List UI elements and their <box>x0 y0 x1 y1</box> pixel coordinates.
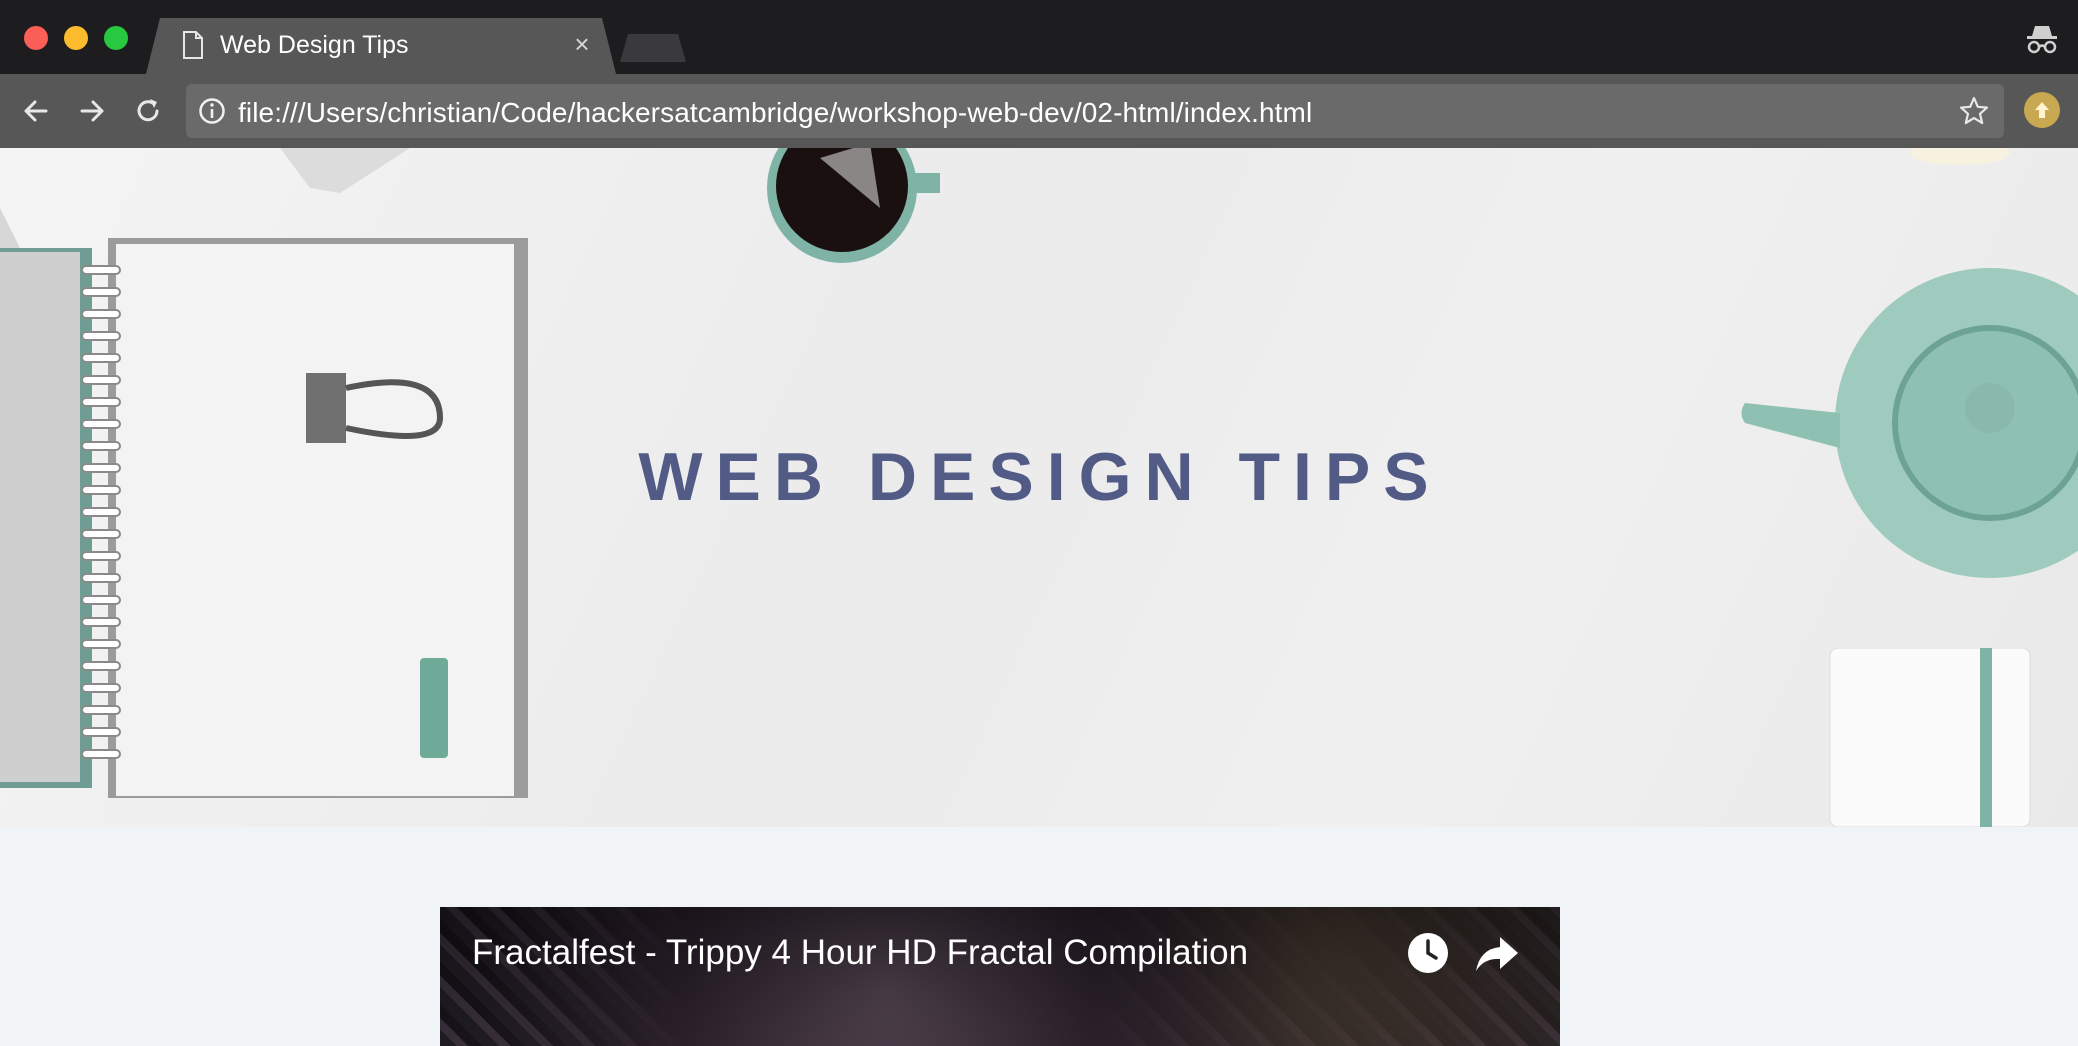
address-bar[interactable]: file:///Users/christian/Code/hackersatca… <box>186 84 2004 138</box>
reload-icon[interactable] <box>130 93 166 129</box>
hero-title: WEB DESIGN TIPS <box>638 439 1442 515</box>
hero-title-container: WEB DESIGN TIPS <box>620 438 1460 516</box>
incognito-icon <box>2027 26 2057 54</box>
close-window-button[interactable] <box>24 26 48 50</box>
watch-later-icon[interactable] <box>1406 931 1450 975</box>
close-icon[interactable]: × <box>570 31 594 57</box>
hero-banner: WEB DESIGN TIPS <box>0 148 2078 827</box>
video-title[interactable]: Fractalfest - Trippy 4 Hour HD Fractal C… <box>472 933 1248 973</box>
upload-arrow-icon <box>2035 102 2049 118</box>
star-icon[interactable] <box>1958 95 1990 127</box>
url-text[interactable]: file:///Users/christian/Code/hackersatca… <box>238 97 1312 129</box>
notebook-image <box>0 208 528 798</box>
embedded-video[interactable]: Fractalfest - Trippy 4 Hour HD Fractal C… <box>440 907 1560 1046</box>
maximize-window-button[interactable] <box>104 26 128 50</box>
info-icon[interactable] <box>198 97 226 125</box>
document-icon <box>183 31 203 59</box>
browser-tab[interactable]: Web Design Tips × <box>146 18 616 74</box>
teapot-image <box>1741 268 2078 578</box>
flower-image <box>1910 148 2010 165</box>
browser-titlebar: Web Design Tips × <box>0 0 2078 74</box>
coffee-cup-image <box>767 148 940 263</box>
minimize-window-button[interactable] <box>64 26 88 50</box>
tab-title: Web Design Tips <box>220 31 409 59</box>
notepad-image <box>1829 648 2031 827</box>
video-overlay <box>440 907 1560 1046</box>
browser-toolbar: file:///Users/christian/Code/hackersatca… <box>0 74 2078 148</box>
new-tab-button[interactable] <box>620 34 686 62</box>
forward-icon[interactable] <box>74 93 110 129</box>
share-icon[interactable] <box>1474 931 1520 975</box>
extension-icon[interactable] <box>2024 92 2060 128</box>
back-icon[interactable] <box>18 93 54 129</box>
